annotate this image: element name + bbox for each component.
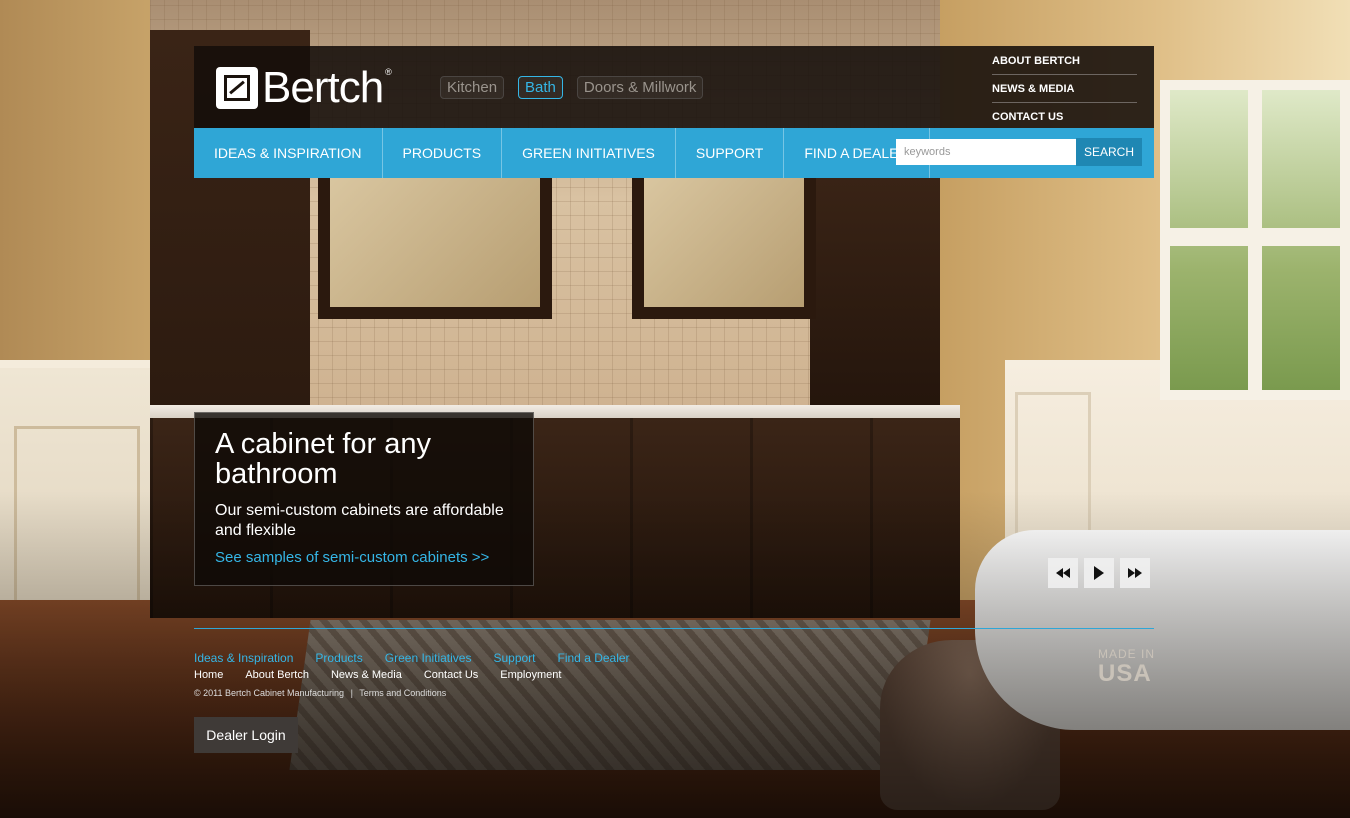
footer-link-ideas[interactable]: Ideas & Inspiration — [194, 651, 293, 665]
footer-link-news[interactable]: News & Media — [331, 669, 402, 681]
footer-link-about[interactable]: About Bertch — [245, 669, 309, 681]
promo-text: Our semi-custom cabinets are affordable … — [215, 502, 504, 539]
nav-support[interactable]: SUPPORT — [676, 128, 785, 178]
copyright: © 2011 Bertch Cabinet Manufacturing | Te… — [194, 688, 450, 698]
brand-name: Bertch — [262, 63, 384, 112]
utility-links: ABOUT BERTCH NEWS & MEDIA CONTACT US — [992, 52, 1137, 135]
about-bertch-link[interactable]: ABOUT BERTCH — [992, 52, 1137, 75]
promo-title: A cabinet for any bathroom — [215, 428, 432, 490]
footer-secondary-links: Home About Bertch News & Media Contact U… — [194, 669, 561, 681]
footer-link-support[interactable]: Support — [493, 651, 535, 665]
slideshow-controls — [1048, 558, 1150, 588]
contact-us-link[interactable]: CONTACT US — [992, 108, 1137, 130]
tab-kitchen[interactable]: Kitchen — [440, 76, 505, 99]
made-in-label: MADE IN — [1098, 647, 1156, 661]
search-button[interactable]: SEARCH — [1075, 138, 1142, 166]
rewind-icon[interactable] — [1048, 558, 1078, 588]
footer-link-green[interactable]: Green Initiatives — [385, 651, 472, 665]
tab-bath[interactable]: Bath — [518, 76, 563, 99]
dealer-login-button[interactable]: Dealer Login — [194, 717, 298, 753]
promo-box: A cabinet for any bathroom Our semi-cust… — [194, 412, 534, 586]
footer-link-employment[interactable]: Employment — [500, 669, 561, 681]
site-header: Bertch ® Kitchen Bath Doors & Millwork A… — [194, 46, 1154, 128]
search-input[interactable] — [895, 139, 1076, 165]
fast-forward-icon[interactable] — [1120, 558, 1150, 588]
terms-link[interactable]: Terms and Conditions — [359, 688, 446, 698]
news-media-link[interactable]: NEWS & MEDIA — [992, 80, 1137, 103]
footer-link-contact[interactable]: Contact Us — [424, 669, 478, 681]
play-icon[interactable] — [1084, 558, 1114, 588]
tab-doors-millwork[interactable]: Doors & Millwork — [576, 76, 704, 99]
brand-logo[interactable]: Bertch ® — [216, 66, 392, 110]
search-form: SEARCH — [895, 138, 1142, 166]
logo-mark-icon — [216, 67, 258, 109]
made-in-usa-badge: MADE IN USA — [1098, 647, 1155, 687]
main-nav: IDEAS & INSPIRATION PRODUCTS GREEN INITI… — [194, 128, 1154, 178]
nav-products[interactable]: PRODUCTS — [383, 128, 503, 178]
nav-ideas-inspiration[interactable]: IDEAS & INSPIRATION — [194, 128, 383, 178]
footer-link-products[interactable]: Products — [315, 651, 362, 665]
registered-mark: ® — [385, 67, 392, 77]
footer-link-home[interactable]: Home — [194, 669, 223, 681]
copyright-separator: | — [350, 688, 353, 698]
footer-divider — [194, 628, 1154, 629]
copyright-text: © 2011 Bertch Cabinet Manufacturing — [194, 688, 345, 698]
category-tabs: Kitchen Bath Doors & Millwork — [440, 76, 704, 99]
footer-link-dealer[interactable]: Find a Dealer — [558, 651, 630, 665]
promo-link[interactable]: See samples of semi-custom cabinets >> — [215, 549, 489, 566]
footer-primary-links: Ideas & Inspiration Products Green Initi… — [194, 651, 630, 665]
nav-green-initiatives[interactable]: GREEN INITIATIVES — [502, 128, 676, 178]
usa-label: USA — [1098, 660, 1152, 687]
